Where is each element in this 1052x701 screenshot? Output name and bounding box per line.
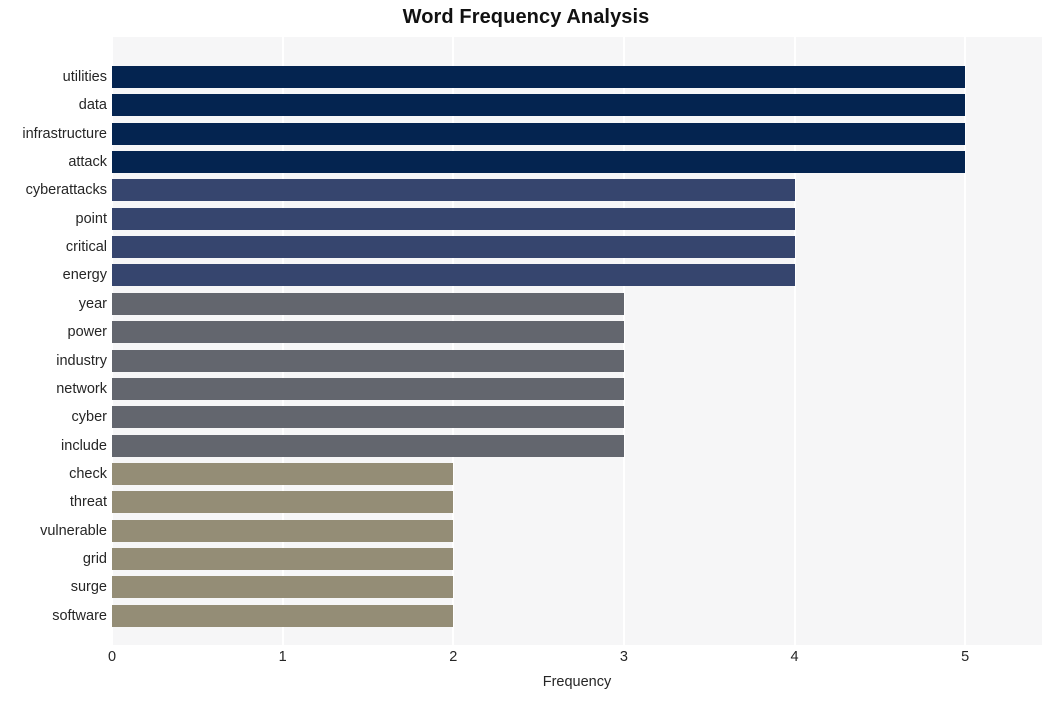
chart-title: Word Frequency Analysis [402,6,650,28]
bar-row [112,290,1042,318]
bar-row [112,517,1042,545]
bar [112,491,454,514]
x-axis-tick-label: 5 [961,649,970,665]
bar [112,321,624,344]
y-axis-tick-label: data [78,97,107,114]
bar-row [112,120,1042,148]
bar [112,292,624,315]
x-axis-title: Frequency [542,674,612,690]
x-axis-tick-label: 1 [278,649,287,665]
bar [112,349,624,372]
bar [112,576,454,599]
bar-row [112,460,1042,488]
bar [112,377,624,400]
bar [112,122,966,145]
bar [112,207,795,230]
y-axis-tick-label: infrastructure [22,125,107,142]
bar-row [112,91,1042,119]
y-axis-tick-label: grid [82,550,107,567]
bar-row [112,347,1042,375]
y-axis-tick-label: software [52,607,107,624]
y-axis-tick-label: cyberattacks [25,182,107,199]
y-axis-tick-label: include [61,437,107,454]
bar [112,151,966,174]
bars-layer [112,37,1042,645]
bar-row [112,403,1042,431]
bar [112,604,454,627]
x-axis-tick-label: 0 [107,649,117,665]
y-axis-tick-label: threat [69,494,107,511]
y-axis-labels: utilities data infrastructure attack cyberat… [0,37,107,645]
bar [112,406,624,429]
bar-row [112,205,1042,233]
y-axis-tick-label: utilities [62,69,107,85]
bar-row [112,432,1042,460]
bar-row [112,176,1042,204]
x-axis-tick-label: 3 [619,649,628,665]
y-axis-tick-label: energy [62,267,107,284]
bar [112,519,454,542]
y-axis-tick-label: attack [68,154,107,171]
bar-row [112,488,1042,516]
bar [112,179,795,202]
y-axis-tick-label: point [75,210,107,227]
bar [112,264,795,287]
y-axis-tick-label: critical [65,239,107,256]
bar [112,66,966,88]
y-axis-tick-label: vulnerable [40,522,107,539]
x-axis-tick-label: 4 [790,649,799,665]
bar-row [112,233,1042,261]
y-axis-tick-label: network [56,380,107,397]
bar [112,236,795,259]
bar [112,94,966,117]
bar [112,462,454,485]
y-axis-tick-label: surge [70,579,107,596]
bar-row [112,318,1042,346]
y-axis-tick-label: year [78,295,107,312]
x-axis-ticks: 0 1 2 3 4 5 [108,645,1042,671]
y-axis-tick-label: cyber [71,409,107,426]
y-axis-tick-label: industry [56,352,107,369]
bar-row [112,148,1042,176]
y-axis-tick-label: check [69,465,107,482]
bar-row [112,63,1042,91]
bar-row [112,602,1042,630]
bar-row [112,375,1042,403]
bar-row [112,573,1042,601]
bar-row [112,261,1042,289]
bar [112,434,624,457]
y-axis-tick-label: power [67,324,108,341]
chart-figure: Word Frequency Analysis utilities data inf… [0,0,1052,701]
x-axis-tick-label: 2 [449,649,458,665]
bar-row [112,545,1042,573]
bar [112,547,454,570]
